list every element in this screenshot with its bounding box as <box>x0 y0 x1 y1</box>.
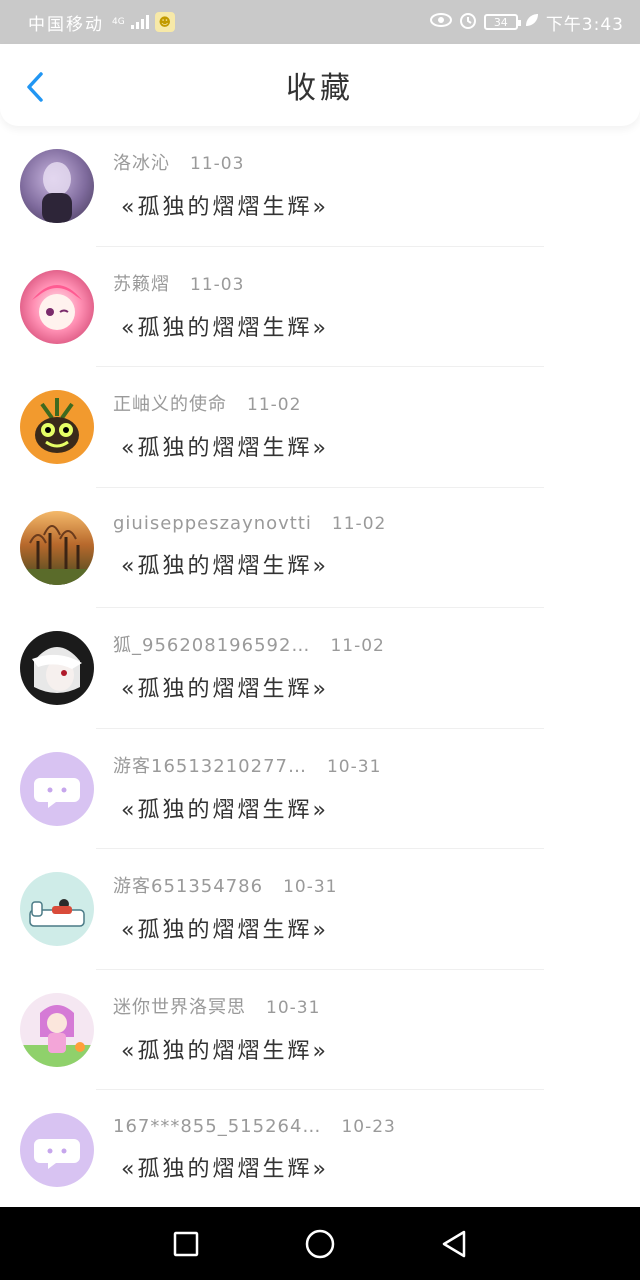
user-avatar[interactable] <box>20 992 94 1067</box>
chat-bubble-icon <box>34 777 80 808</box>
favorite-title[interactable]: «孤独的熠熠生辉» <box>121 310 329 342</box>
favorite-title[interactable]: «孤独的熠熠生辉» <box>121 430 329 462</box>
user-avatar[interactable] <box>20 390 94 465</box>
home-button[interactable] <box>303 1227 337 1261</box>
favorite-item[interactable]: 游客16513210277… 10-31 «孤独的熠熠生辉» <box>0 729 640 850</box>
favorite-date: 10-23 <box>341 1116 396 1137</box>
user-avatar[interactable] <box>20 751 94 826</box>
user-avatar[interactable] <box>20 631 94 706</box>
page-header: 收藏 <box>0 44 640 126</box>
favorite-date: 11-03 <box>190 274 245 295</box>
user-name[interactable]: 苏籁熠 <box>113 270 170 296</box>
system-nav-bar <box>0 1207 640 1280</box>
favorite-title[interactable]: «孤独的熠熠生辉» <box>121 792 381 824</box>
carrier-label: 中国移动 <box>28 14 104 35</box>
favorite-title[interactable]: «孤独的熠熠生辉» <box>121 912 337 944</box>
user-avatar[interactable] <box>20 510 94 585</box>
favorite-date: 10-31 <box>326 756 382 777</box>
favorite-item[interactable]: giuiseppeszaynovtti 11-02 «孤独的熠熠生辉» <box>0 488 640 609</box>
user-name[interactable]: 167***855_515264… <box>113 1116 321 1137</box>
signal-icon <box>130 15 149 29</box>
favorite-title[interactable]: «孤独的熠熠生辉» <box>121 548 386 580</box>
clock-time: 下午3:43 <box>545 14 624 35</box>
square-icon <box>173 1231 199 1256</box>
circle-icon <box>305 1229 335 1258</box>
favorite-date: 11-02 <box>247 395 302 416</box>
back-button[interactable] <box>18 70 52 104</box>
user-name[interactable]: 迷你世界洛冥思 <box>113 993 246 1019</box>
alarm-icon <box>458 10 478 35</box>
app-notification-icon: ☻ <box>154 12 175 32</box>
favorite-date: 11-03 <box>190 154 245 175</box>
user-avatar[interactable] <box>20 872 94 947</box>
page-title: 收藏 <box>286 71 354 106</box>
favorite-item[interactable]: 167***855_515264… 10-23 «孤独的熠熠生辉» <box>0 1090 640 1211</box>
network-type: 4G <box>112 16 125 27</box>
favorite-title[interactable]: «孤独的熠熠生辉» <box>121 1033 329 1065</box>
favorite-item[interactable]: 洛冰沁 11-03 «孤独的熠熠生辉» <box>0 126 640 247</box>
user-name[interactable]: 正岫义的使命 <box>113 390 227 416</box>
chevron-left-icon <box>27 72 43 102</box>
leaf-icon <box>524 12 540 33</box>
triangle-back-icon <box>442 1230 466 1257</box>
user-name[interactable]: giuiseppeszaynovtti <box>113 513 312 534</box>
eye-comfort-icon <box>429 12 452 32</box>
user-name[interactable]: 游客16513210277… <box>113 752 307 778</box>
chat-bubble-icon <box>34 1139 80 1170</box>
user-avatar[interactable] <box>20 269 94 344</box>
user-name[interactable]: 狐_956208196592… <box>113 631 310 657</box>
battery-icon: 34 <box>483 14 521 30</box>
favorite-item[interactable]: 正岫义的使命 11-02 «孤独的熠熠生辉» <box>0 367 640 488</box>
favorite-date: 10-31 <box>266 997 321 1018</box>
favorite-item[interactable]: 迷你世界洛冥思 10-31 «孤独的熠熠生辉» <box>0 970 640 1091</box>
user-avatar[interactable] <box>20 1113 94 1188</box>
favorite-item[interactable]: 狐_956208196592… 11-02 «孤独的熠熠生辉» <box>0 608 640 729</box>
favorite-item[interactable]: 游客651354786 10-31 «孤独的熠熠生辉» <box>0 849 640 970</box>
favorite-title[interactable]: «孤独的熠熠生辉» <box>121 1151 396 1183</box>
back-nav-button[interactable] <box>437 1227 471 1261</box>
favorite-date: 10-31 <box>283 877 338 898</box>
favorite-item[interactable]: 苏籁熠 11-03 «孤独的熠熠生辉» <box>0 247 640 368</box>
status-bar: 中国移动 4G ☻ 34 下午3:43 <box>0 0 640 44</box>
user-name[interactable]: 游客651354786 <box>113 872 263 898</box>
favorite-date: 11-02 <box>330 636 385 657</box>
battery-level: 34 <box>493 15 508 29</box>
favorite-title[interactable]: «孤独的熠熠生辉» <box>121 671 385 703</box>
user-name[interactable]: 洛冰沁 <box>113 149 170 175</box>
favorites-list: 洛冰沁 11-03 «孤独的熠熠生辉» 苏籁熠 11-03 «孤独的熠熠生辉» … <box>0 126 640 1211</box>
recent-apps-button[interactable] <box>169 1227 203 1261</box>
favorite-date: 11-02 <box>331 514 387 535</box>
user-avatar[interactable] <box>20 149 94 224</box>
favorite-title[interactable]: «孤独的熠熠生辉» <box>121 189 329 221</box>
